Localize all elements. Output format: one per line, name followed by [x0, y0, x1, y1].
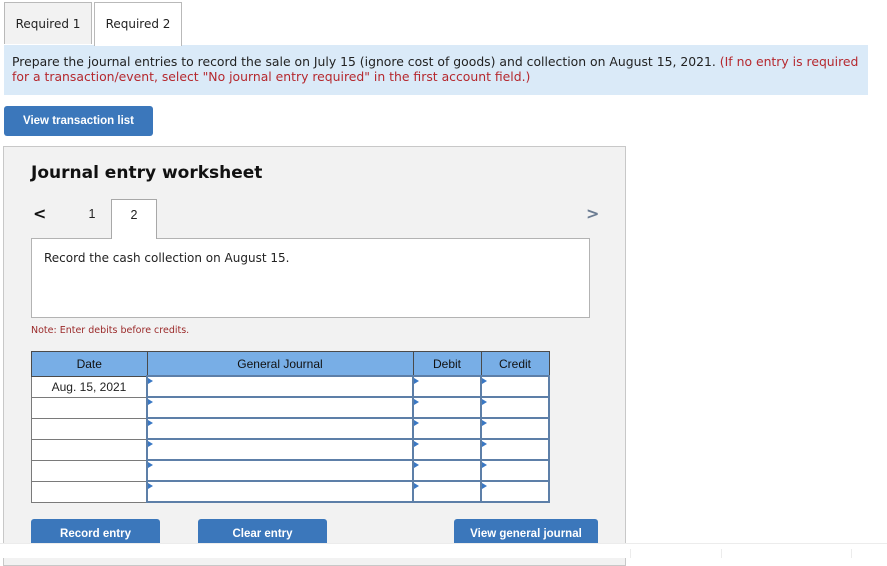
column-header-general-journal: General Journal: [146, 351, 414, 377]
credit-input[interactable]: [480, 417, 550, 440]
table-row: [31, 396, 550, 419]
date-cell[interactable]: Aug. 15, 2021: [31, 375, 148, 398]
chevron-left-icon[interactable]: <: [33, 204, 46, 223]
journal-header-row: Date General Journal Debit Credit: [31, 351, 550, 377]
entry-tab-1[interactable]: 1: [69, 199, 115, 239]
chevron-right-icon[interactable]: >: [586, 204, 599, 223]
column-header-date: Date: [31, 351, 148, 377]
account-input[interactable]: [146, 438, 414, 461]
credit-input[interactable]: [480, 459, 550, 482]
column-header-debit: Debit: [412, 351, 482, 377]
credit-input[interactable]: [480, 375, 550, 398]
table-row: [31, 417, 550, 440]
instructions-panel: Prepare the journal entries to record th…: [4, 45, 868, 95]
footer-strip: [0, 543, 887, 558]
entry-tab-2[interactable]: 2: [111, 199, 157, 239]
credit-input[interactable]: [480, 480, 550, 503]
debit-input[interactable]: [412, 375, 482, 398]
table-row: [31, 459, 550, 482]
column-header-credit: Credit: [480, 351, 550, 377]
account-input[interactable]: [146, 459, 414, 482]
journal-entry-worksheet: Journal entry worksheet < 1 2 > Record t…: [3, 146, 626, 566]
account-input[interactable]: [146, 375, 414, 398]
debit-input[interactable]: [412, 480, 482, 503]
entry-prompt: Record the cash collection on August 15.: [31, 238, 590, 318]
journal-table: Date General Journal Debit Credit Aug. 1…: [31, 351, 550, 503]
debit-input[interactable]: [412, 417, 482, 440]
entry-prompt-text: Record the cash collection on August 15.: [44, 251, 290, 265]
table-row: [31, 480, 550, 503]
account-input[interactable]: [146, 480, 414, 503]
instructions-text: Prepare the journal entries to record th…: [12, 54, 716, 69]
tab-required-2[interactable]: Required 2: [94, 2, 182, 46]
debit-input[interactable]: [412, 438, 482, 461]
debit-input[interactable]: [412, 396, 482, 419]
worksheet-title: Journal entry worksheet: [31, 163, 263, 183]
account-input[interactable]: [146, 417, 414, 440]
debits-note: Note: Enter debits before credits.: [31, 325, 190, 336]
credit-input[interactable]: [480, 438, 550, 461]
date-cell[interactable]: [31, 459, 148, 482]
date-cell[interactable]: [31, 396, 148, 419]
date-cell[interactable]: [31, 417, 148, 440]
account-input[interactable]: [146, 396, 414, 419]
debit-input[interactable]: [412, 459, 482, 482]
credit-input[interactable]: [480, 396, 550, 419]
tab-required-1[interactable]: Required 1: [4, 2, 92, 44]
date-cell[interactable]: [31, 438, 148, 461]
date-cell[interactable]: [31, 480, 148, 503]
table-row: [31, 438, 550, 461]
view-transaction-list-button[interactable]: View transaction list: [4, 106, 153, 136]
table-row: Aug. 15, 2021: [31, 375, 550, 398]
